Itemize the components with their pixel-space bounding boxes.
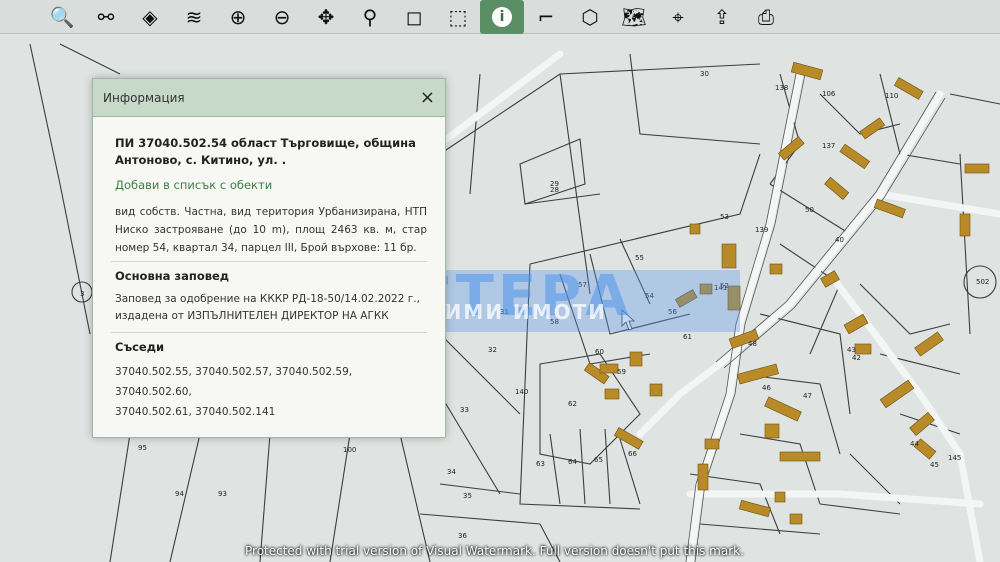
neighbors-list: 37040.502.55, 37040.502.57, 37040.502.59…	[115, 362, 427, 422]
export-icon: ⇪	[713, 4, 731, 29]
info-icon: i	[492, 6, 512, 27]
popup-body: ПИ 37040.502.54 област Търговище, община…	[93, 117, 445, 422]
layers-button[interactable]: ◈	[128, 0, 172, 34]
network-icon: ⚯	[97, 4, 115, 29]
parcel-number-label: 48	[748, 340, 757, 348]
parcel-number-label: 42	[852, 354, 861, 362]
measure-icon: ⌐	[537, 4, 555, 29]
parcel-number-label: 100	[343, 446, 356, 454]
parcel-number-label: 139	[755, 226, 768, 234]
parcel-number-label: 55	[635, 254, 644, 262]
popup-header: Информация ×	[93, 79, 445, 117]
parcel-number-label: 3	[80, 290, 84, 298]
select-area-button[interactable]: ⬚	[436, 0, 480, 34]
order-text: Заповед за одобрение на КККР РД-18-50/14…	[115, 293, 420, 322]
neighbors-line: 37040.502.61, 37040.502.141	[115, 406, 276, 418]
polygon-icon: ⬡	[581, 4, 599, 29]
parcel-number-label: 45	[930, 461, 939, 469]
map-toolbar: 🔍 ⚯ ◈ ≋ ⊕ ⊖ ✥ ⚲ ◻ ⬚ i ⌐ ⬡ 🗺 ⌖ ⇪ ⎙	[0, 0, 1000, 34]
info-button[interactable]: i	[480, 0, 524, 34]
parcel-number-label: 58	[550, 318, 559, 326]
parcel-number-label: 145	[948, 454, 961, 462]
parcel-number-label: 141	[714, 284, 727, 292]
map-button[interactable]: 🗺	[612, 0, 656, 34]
parcel-number-label: 32	[488, 346, 497, 354]
parcel-number-label: 29	[550, 180, 559, 188]
parcel-number-label: 35	[463, 492, 472, 500]
neighbors-section-title: Съседи	[111, 332, 427, 354]
parcel-number-label: 59	[617, 368, 626, 376]
parcel-number-label: 31	[500, 308, 509, 316]
parcel-number-label: 95	[138, 444, 147, 452]
parcel-number-label: 44	[910, 440, 919, 448]
parcel-number-label: 140	[515, 388, 528, 396]
parcel-number-label: 63	[536, 460, 545, 468]
parcel-number-label: 110	[885, 92, 898, 100]
pan-button[interactable]: ✥	[304, 0, 348, 34]
parcel-number-label: 61	[683, 333, 692, 341]
watermark-note: Protected with trial version of Visual W…	[245, 544, 744, 558]
parcel-number-label: 54	[645, 292, 654, 300]
parcel-number-label: 64	[568, 458, 577, 466]
neighbors-line: 37040.502.55, 37040.502.57, 37040.502.59…	[115, 366, 353, 398]
parcel-number-label: 46	[762, 384, 771, 392]
parcel-number-label: 66	[628, 450, 637, 458]
parcel-number-label: 34	[447, 468, 456, 476]
parcel-number-label: 36	[458, 532, 467, 540]
parcel-number-label: 53	[720, 213, 729, 221]
layers-icon: ◈	[142, 4, 158, 29]
crosshair-button[interactable]: ⌖	[656, 0, 700, 34]
print-button[interactable]: ⎙	[744, 0, 788, 34]
select-area-icon: ⬚	[448, 4, 468, 29]
parcel-number-label: 30	[700, 70, 709, 78]
zoom-in-icon: ⊕	[229, 4, 247, 29]
info-popup: Информация × ПИ 37040.502.54 област Търг…	[92, 78, 446, 438]
parcel-title: ПИ 37040.502.54 област Търговище, община…	[115, 136, 416, 167]
measure-button[interactable]: ⌐	[524, 0, 568, 34]
select-rectangle-icon: ◻	[405, 4, 423, 29]
parcel-number-label: 50	[805, 206, 814, 214]
zoom-out-icon: ⊖	[273, 4, 291, 29]
location-pin-button[interactable]: ⚲	[348, 0, 392, 34]
parcel-number-label: 62	[568, 400, 577, 408]
parcel-description: вид собств. Частна, вид територия Урбани…	[115, 206, 427, 254]
select-rectangle-button[interactable]: ◻	[392, 0, 436, 34]
add-to-list-link[interactable]: Добави в списък с обекти	[115, 178, 427, 192]
print-icon: ⎙	[758, 4, 774, 29]
parcel-number-label: 93	[218, 490, 227, 498]
parcel-number-label: 65	[594, 456, 603, 464]
parcel-number-label: 94	[175, 490, 184, 498]
parcel-number-label: 502	[976, 278, 989, 286]
popup-title: Информация	[103, 90, 185, 105]
map-icon: 🗺	[621, 4, 647, 29]
zoom-in-button[interactable]: ⊕	[216, 0, 260, 34]
order-section-title: Основна заповед	[111, 261, 427, 283]
layers-stack-icon: ≋	[185, 4, 203, 29]
pan-icon: ✥	[317, 4, 335, 29]
parcel-number-label: 47	[803, 392, 812, 400]
parcel-number-label: 33	[460, 406, 469, 414]
parcel-number-label: 137	[822, 142, 835, 150]
search-button[interactable]: 🔍	[40, 0, 84, 34]
network-button[interactable]: ⚯	[84, 0, 128, 34]
crosshair-icon: ⌖	[672, 4, 684, 29]
parcel-number-label: 57	[578, 281, 587, 289]
parcel-number-label: 56	[668, 308, 677, 316]
layers-stack-button[interactable]: ≋	[172, 0, 216, 34]
close-icon[interactable]: ×	[420, 87, 435, 108]
parcel-number-label: 60	[595, 348, 604, 356]
parcel-number-label: 106	[822, 90, 836, 98]
export-button[interactable]: ⇪	[700, 0, 744, 34]
location-pin-icon: ⚲	[362, 4, 378, 29]
zoom-out-button[interactable]: ⊖	[260, 0, 304, 34]
parcel-number-label: 138	[775, 84, 788, 92]
parcel-number-label: 40	[835, 236, 844, 244]
parcel-number-label: 43	[847, 346, 856, 354]
polygon-button[interactable]: ⬡	[568, 0, 612, 34]
search-icon: 🔍	[49, 4, 75, 29]
